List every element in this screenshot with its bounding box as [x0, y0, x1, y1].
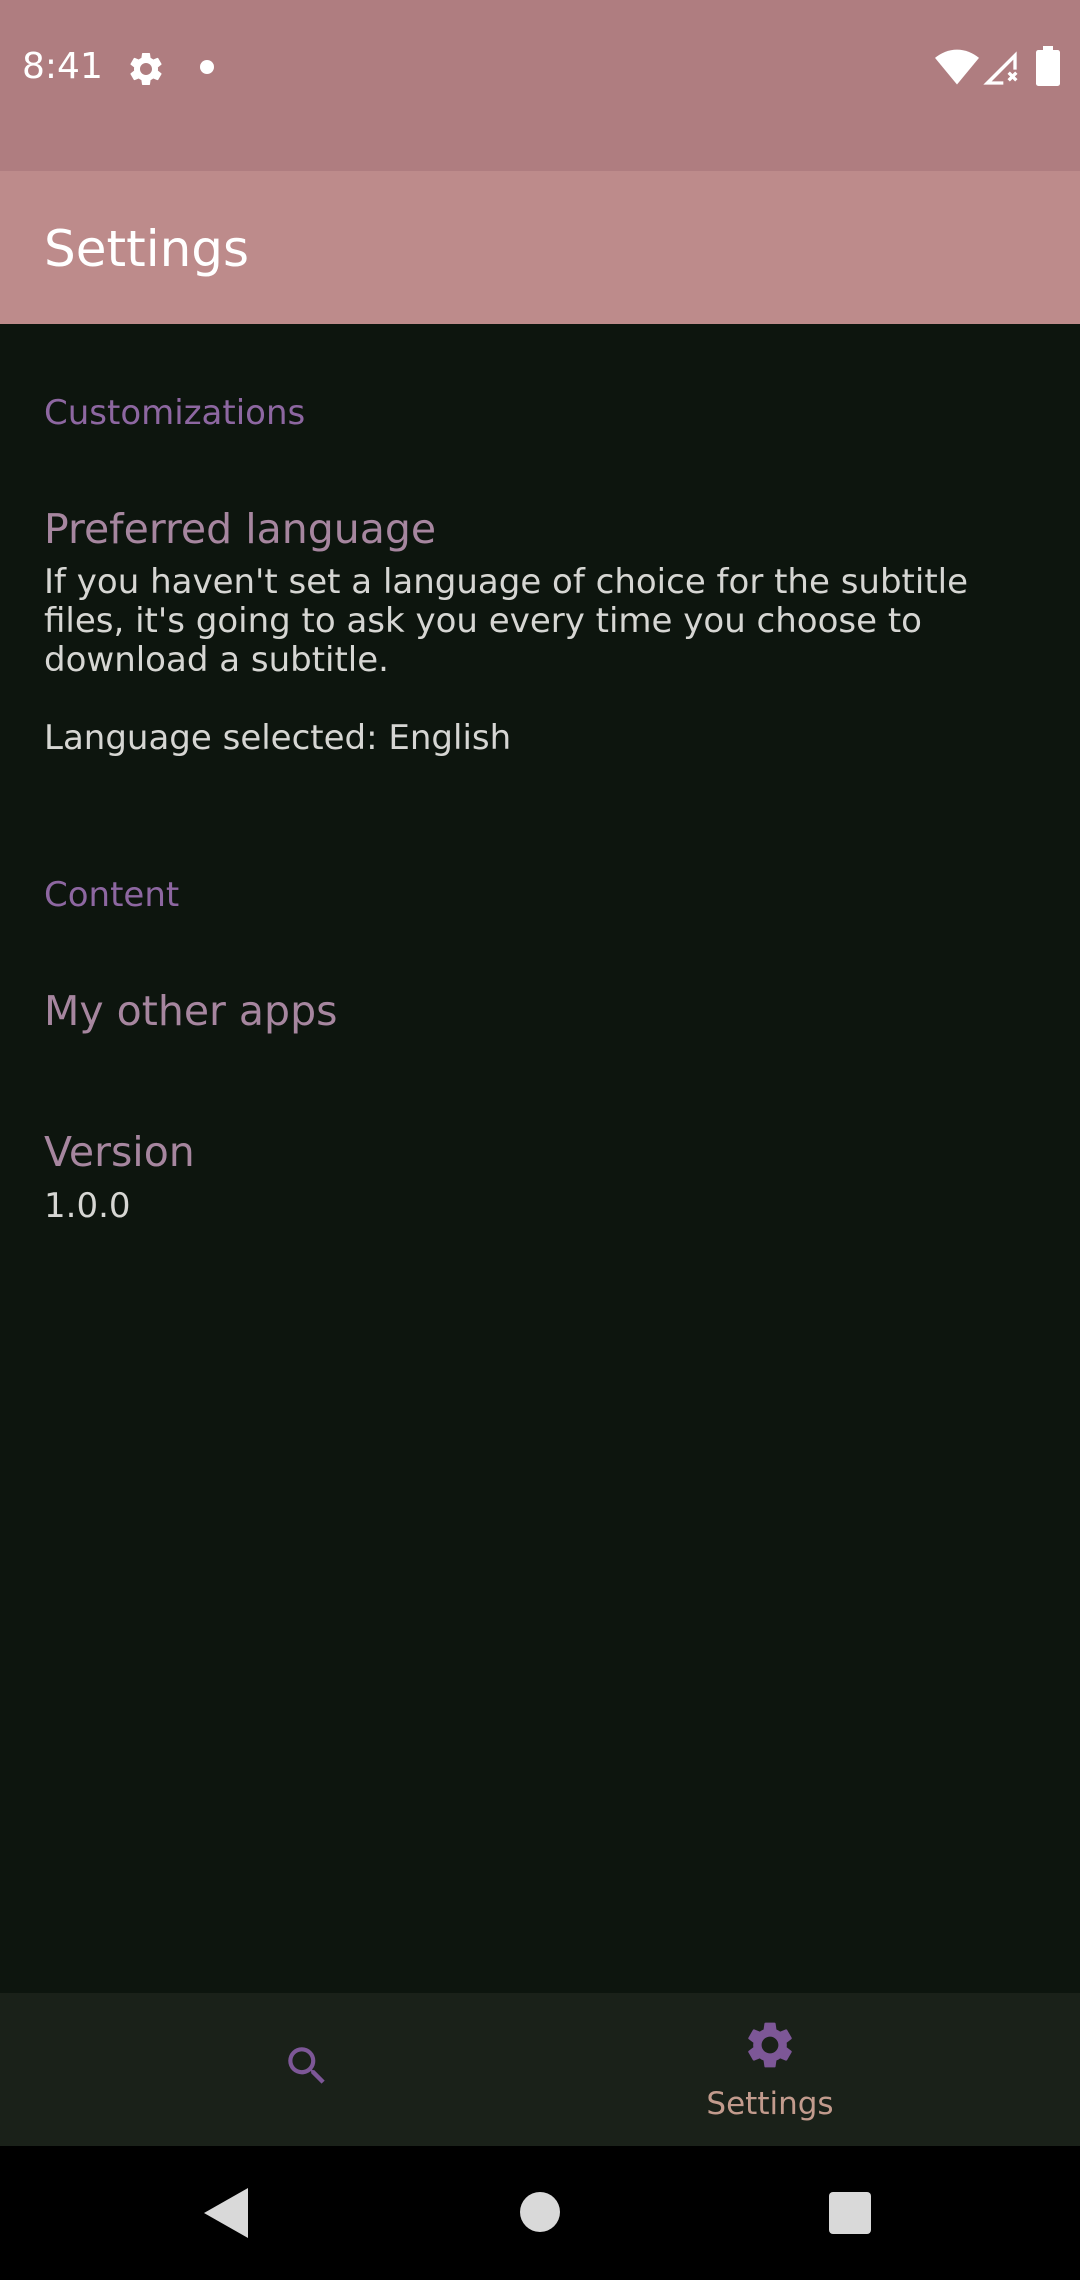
bottom-navigation: Settings	[0, 1993, 1080, 2146]
battery-icon	[1036, 46, 1060, 86]
wifi-icon	[935, 49, 979, 85]
app-bar: Settings	[0, 171, 1080, 324]
preference-title: Version	[44, 1128, 195, 1176]
home-icon[interactable]	[520, 2192, 560, 2232]
nav-item-label: Settings	[706, 2086, 834, 2122]
recents-icon[interactable]	[829, 2192, 871, 2234]
preference-selected-value: Language selected: English	[44, 718, 512, 758]
page-title: Settings	[44, 220, 250, 278]
gear-icon	[130, 52, 162, 85]
notification-dot-icon	[200, 60, 214, 74]
system-navigation-bar	[0, 2146, 1080, 2280]
preference-summary: If you haven't set a language of choice …	[44, 562, 969, 680]
status-bar: 8:41	[0, 0, 1080, 171]
version-value: 1.0.0	[44, 1186, 131, 1226]
back-icon[interactable]	[204, 2188, 248, 2238]
search-icon	[288, 2047, 325, 2084]
preference-title: My other apps	[44, 987, 338, 1035]
preference-title: Preferred language	[44, 505, 437, 553]
settings-icon	[748, 2022, 792, 2068]
section-header-content: Content	[44, 875, 180, 915]
nav-item-settings[interactable]: Settings	[540, 1993, 1080, 2146]
signal-icon	[983, 51, 1018, 85]
section-header-customizations: Customizations	[44, 393, 306, 433]
status-time: 8:41	[22, 46, 103, 87]
nav-item-search[interactable]	[0, 1993, 540, 2146]
